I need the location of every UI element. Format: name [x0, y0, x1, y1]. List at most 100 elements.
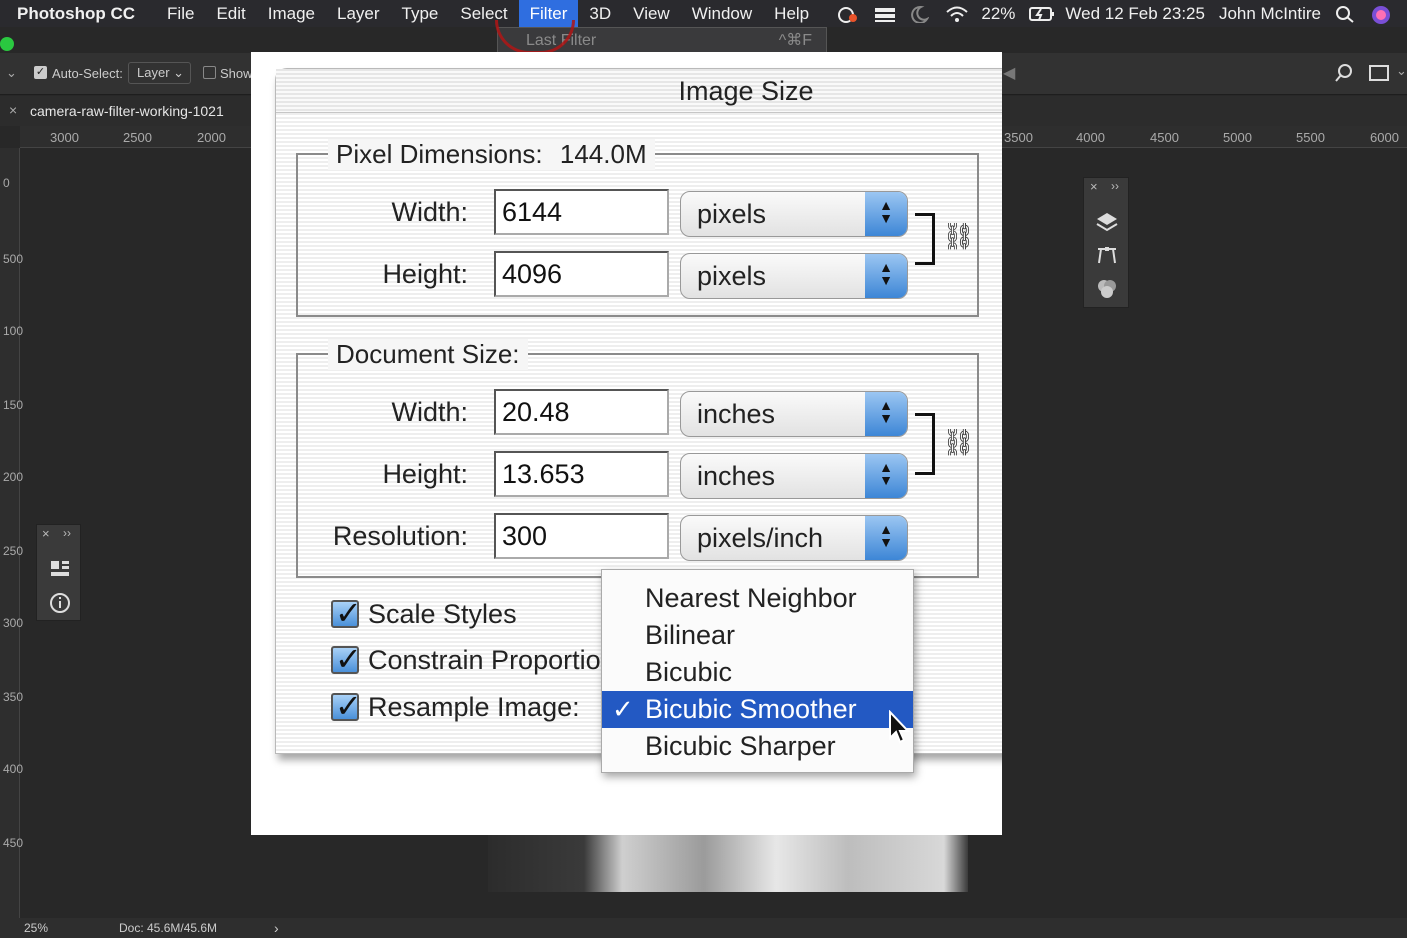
right-icon-panel: × ›› — [1083, 177, 1129, 308]
doc-height-unit: inches — [697, 461, 776, 491]
pixel-height-unit-select[interactable]: pixels ▲ ▼ — [680, 253, 908, 299]
resolution-unit-select[interactable]: pixels/inch ▲ ▼ — [680, 515, 908, 561]
menu-3d[interactable]: 3D — [578, 0, 622, 27]
paths-icon[interactable] — [1096, 245, 1118, 272]
panel-close-icon[interactable]: × — [42, 526, 50, 541]
info-icon[interactable] — [49, 592, 71, 619]
pixel-width-label: Width: — [391, 197, 468, 227]
scale-styles-checkbox[interactable]: ✓ — [331, 595, 362, 631]
resolution-unit: pixels/inch — [697, 523, 824, 553]
left-icon-panel: × ›› — [36, 524, 81, 621]
ruler-label: 2500 — [123, 130, 152, 145]
document-size-legend: Document Size: — [328, 339, 528, 370]
doc-height-input[interactable]: 13.653 — [494, 451, 669, 497]
auto-select-dropdown[interactable]: Layer ⌄ — [128, 62, 191, 84]
ruler-label: 2000 — [197, 130, 226, 145]
wifi-icon[interactable] — [945, 5, 969, 23]
dialog-title: Image Size — [276, 69, 1002, 113]
auto-select-checkbox[interactable]: ✓ — [34, 66, 47, 79]
status-bar: 25% Doc: 45.6M/45.6M › — [0, 918, 1407, 938]
pixel-height-input[interactable]: 4096 — [494, 251, 669, 297]
chain-link-icon: ⛓ — [942, 221, 976, 251]
stepper-arrows-icon: ▲ ▼ — [865, 516, 907, 560]
stepper-arrows-icon: ▲ ▼ — [865, 192, 907, 236]
pixel-width-unit: pixels — [697, 199, 767, 229]
menu-help[interactable]: Help — [763, 0, 820, 27]
creative-cloud-icon[interactable] — [837, 5, 859, 23]
resample-option[interactable]: Bicubic Sharper — [602, 728, 913, 765]
last-filter-shortcut: ^⌘F — [778, 32, 812, 49]
link-bracket — [915, 413, 935, 475]
ruler-label: 250 — [3, 544, 24, 558]
scale-styles-label: Scale Styles — [368, 599, 517, 629]
panel-expand-icon[interactable]: ›› — [63, 526, 71, 540]
window-zoom-button[interactable] — [0, 37, 14, 51]
doc-height-label: Height: — [382, 459, 468, 489]
doc-width-unit: inches — [697, 399, 776, 429]
ruler-label: 4500 — [1150, 130, 1179, 145]
ruler-label: 150 — [3, 398, 24, 412]
stepper-arrows-icon: ▲ ▼ — [865, 454, 907, 498]
moon-icon[interactable] — [909, 5, 931, 24]
close-tab-icon[interactable]: × — [9, 102, 17, 118]
ruler-label: 3500 — [1004, 130, 1033, 145]
search-icon[interactable] — [1334, 63, 1354, 86]
show-transform-checkbox[interactable] — [203, 66, 216, 79]
checkmark-icon: ✓ — [612, 694, 634, 724]
user-name[interactable]: John McIntire — [1219, 4, 1321, 24]
battery-icon[interactable] — [1029, 5, 1055, 23]
panel-close-icon[interactable]: × — [1090, 179, 1098, 194]
menu-layer[interactable]: Layer — [326, 0, 391, 27]
workspace-icon[interactable] — [1369, 65, 1389, 81]
zoom-level[interactable]: 25% — [24, 921, 48, 935]
menu-edit[interactable]: Edit — [205, 0, 256, 27]
siri-icon[interactable] — [1371, 5, 1393, 24]
menu-type[interactable]: Type — [391, 0, 450, 27]
doc-width-input[interactable]: 20.48 — [494, 389, 669, 435]
resolution-input[interactable]: 300 — [494, 513, 669, 559]
video-icon[interactable]: ◀ — [1003, 63, 1015, 83]
resample-option[interactable]: Nearest Neighbor — [602, 580, 913, 617]
resolution-label: Resolution: — [332, 521, 468, 551]
channels-icon[interactable] — [1096, 278, 1118, 305]
doc-height-unit-select[interactable]: inches ▲ ▼ — [680, 453, 908, 499]
pixel-height-label: Height: — [382, 259, 468, 289]
ruler-label: 100 — [3, 324, 24, 338]
resample-option[interactable]: Bicubic — [602, 654, 913, 691]
menu-window[interactable]: Window — [681, 0, 763, 27]
document-size-group: Document Size: Width: 20.48 inches ▲ ▼ He… — [296, 339, 979, 578]
ruler-label: 400 — [3, 762, 24, 776]
app-menu[interactable]: Photoshop CC — [17, 4, 135, 24]
properties-icon[interactable] — [49, 557, 71, 584]
menu-file[interactable]: File — [156, 0, 205, 27]
ruler-label: 5500 — [1296, 130, 1325, 145]
pixel-dimensions-label: Pixel Dimensions: — [336, 139, 543, 169]
constrain-proportions-checkbox[interactable]: ✓ — [331, 641, 362, 677]
status-menu-arrow-icon[interactable]: › — [274, 920, 279, 936]
pixel-dimensions-legend: Pixel Dimensions: 144.0M — [328, 139, 655, 170]
resample-image-checkbox[interactable]: ✓ — [331, 688, 362, 724]
pixel-width-input[interactable]: 6144 — [494, 189, 669, 235]
date-time[interactable]: Wed 12 Feb 23:25 — [1065, 4, 1205, 24]
doc-width-label: Width: — [391, 397, 468, 427]
doc-width-unit-select[interactable]: inches ▲ ▼ — [680, 391, 908, 437]
ruler-label: 5000 — [1223, 130, 1252, 145]
stack-icon[interactable] — [873, 5, 896, 23]
layers-icon[interactable] — [1096, 211, 1118, 238]
ruler-label: 500 — [3, 252, 24, 266]
ruler-label: 6000 — [1370, 130, 1399, 145]
menu-image[interactable]: Image — [257, 0, 326, 27]
pixel-width-unit-select[interactable]: pixels ▲ ▼ — [680, 191, 908, 237]
tool-preset-chevron-icon[interactable]: ⌄ — [6, 65, 17, 81]
spotlight-search-icon[interactable] — [1335, 5, 1357, 23]
resample-option[interactable]: Bilinear — [602, 617, 913, 654]
workspace-chevron-icon[interactable]: ⌄ — [1396, 63, 1407, 79]
resample-option-selected[interactable]: ✓ Bicubic Smoother — [602, 691, 913, 728]
document-tab[interactable]: camera-raw-filter-working-1021 — [30, 103, 224, 119]
status-menus: 22% Wed 12 Feb 23:25 John McIntire — [837, 0, 1407, 27]
document-size-info: Doc: 45.6M/45.6M — [119, 921, 218, 935]
menu-view[interactable]: View — [622, 0, 681, 27]
panel-expand-icon[interactable]: ›› — [1111, 179, 1119, 193]
ruler-label: 4000 — [1076, 130, 1105, 145]
image-size-overlay: Image Size Pixel Dimensions: 144.0M Widt… — [251, 52, 1002, 835]
